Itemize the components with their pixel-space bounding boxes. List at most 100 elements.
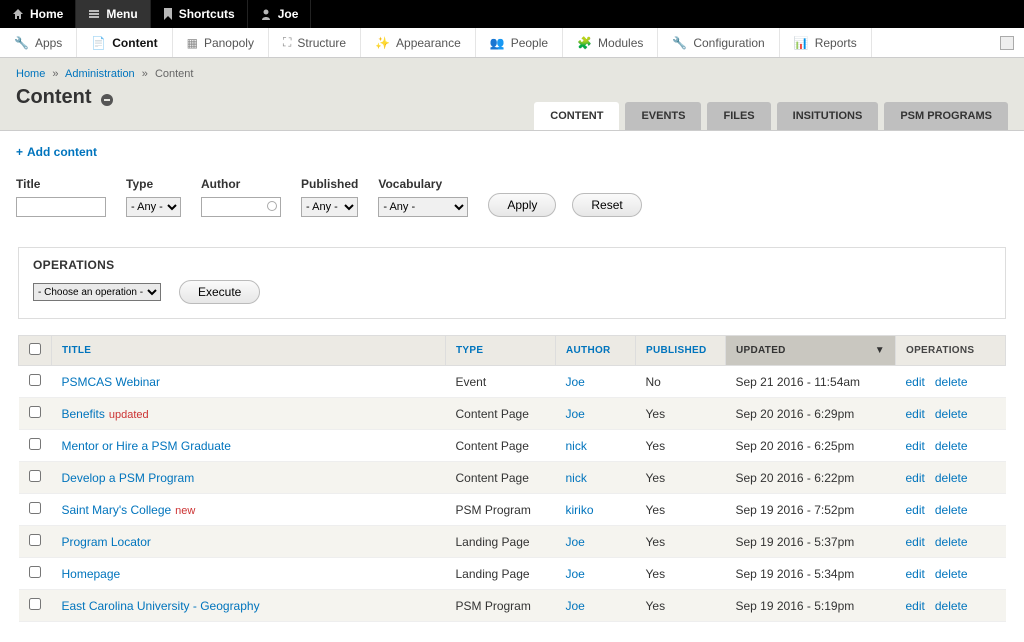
row-delete-link[interactable]: delete — [935, 535, 968, 549]
col-type[interactable]: TYPE — [446, 336, 556, 366]
row-delete-link[interactable]: delete — [935, 503, 968, 517]
breadcrumb-home[interactable]: Home — [16, 68, 45, 80]
row-type: Content Page — [446, 398, 556, 430]
admin-people-label: People — [511, 36, 548, 50]
operations-select[interactable]: - Choose an operation - — [33, 283, 161, 301]
people-icon: 👥 — [490, 36, 505, 50]
col-updated[interactable]: UPDATED▼ — [726, 336, 896, 366]
user-icon — [260, 8, 272, 20]
row-checkbox[interactable] — [29, 406, 41, 418]
operations-heading: OPERATIONS — [33, 258, 991, 272]
row-edit-link[interactable]: edit — [906, 599, 925, 613]
admin-reports[interactable]: 📊Reports — [780, 28, 872, 57]
row-title-link[interactable]: East Carolina University - Geography — [62, 599, 260, 613]
row-updated: Sep 20 2016 - 6:29pm — [726, 398, 896, 430]
reset-button[interactable]: Reset — [572, 193, 641, 217]
row-edit-link[interactable]: edit — [906, 503, 925, 517]
tab-institutions[interactable]: INSITUTIONS — [777, 102, 879, 130]
row-title-link[interactable]: Benefits — [62, 407, 105, 421]
row-published: Yes — [636, 462, 726, 494]
table-row: BenefitsupdatedContent PageJoeYesSep 20 … — [19, 398, 1006, 430]
collapse-toggle-icon[interactable] — [101, 94, 113, 106]
tab-files[interactable]: FILES — [707, 102, 770, 130]
row-checkbox[interactable] — [29, 470, 41, 482]
admin-apps[interactable]: 🔧 Apps — [0, 28, 77, 57]
row-author-link[interactable]: nick — [566, 471, 587, 485]
row-author-link[interactable]: Joe — [566, 599, 585, 613]
home-icon — [12, 8, 24, 20]
row-checkbox[interactable] — [29, 374, 41, 386]
table-row: East Carolina University - Geography PSM … — [19, 590, 1006, 622]
col-title[interactable]: TITLE — [52, 336, 446, 366]
row-delete-link[interactable]: delete — [935, 471, 968, 485]
row-edit-link[interactable]: edit — [906, 407, 925, 421]
wrench-icon: 🔧 — [14, 36, 29, 50]
breadcrumb-current: Content — [155, 68, 194, 80]
filter-vocabulary-select[interactable]: - Any - — [378, 197, 468, 217]
breadcrumb-administration[interactable]: Administration — [65, 68, 135, 80]
row-checkbox[interactable] — [29, 598, 41, 610]
add-content-label: Add content — [27, 145, 97, 159]
row-delete-link[interactable]: delete — [935, 599, 968, 613]
row-title-link[interactable]: Homepage — [62, 567, 121, 581]
admin-appearance[interactable]: ✨Appearance — [361, 28, 476, 57]
admin-content[interactable]: 📄Content — [77, 28, 172, 57]
row-published: Yes — [636, 590, 726, 622]
table-row: Program LocatorLanding PageJoeYesSep 19 … — [19, 526, 1006, 558]
tab-content[interactable]: CONTENT — [534, 102, 619, 130]
row-author-link[interactable]: Joe — [566, 567, 585, 581]
row-delete-link[interactable]: delete — [935, 439, 968, 453]
row-checkbox[interactable] — [29, 534, 41, 546]
row-delete-link[interactable]: delete — [935, 407, 968, 421]
admin-configuration[interactable]: 🔧Configuration — [658, 28, 779, 57]
col-published[interactable]: PUBLISHED — [636, 336, 726, 366]
row-title-link[interactable]: Mentor or Hire a PSM Graduate — [62, 439, 231, 453]
tab-psm-programs[interactable]: PSM PROGRAMS — [884, 102, 1008, 130]
apply-button[interactable]: Apply — [488, 193, 556, 217]
row-title-link[interactable]: Program Locator — [62, 535, 151, 549]
row-delete-link[interactable]: delete — [935, 375, 968, 389]
filter-published-select[interactable]: - Any - — [301, 197, 358, 217]
admin-panopoly[interactable]: ▦Panopoly — [173, 28, 269, 57]
row-mark: new — [175, 505, 195, 517]
filter-type-select[interactable]: - Any - — [126, 197, 181, 217]
row-type: Landing Page — [446, 526, 556, 558]
select-all-checkbox[interactable] — [29, 343, 41, 355]
reports-icon: 📊 — [794, 36, 809, 50]
row-author-link[interactable]: Joe — [566, 375, 585, 389]
row-edit-link[interactable]: edit — [906, 535, 925, 549]
topbar-user[interactable]: Joe — [248, 0, 312, 28]
row-author-link[interactable]: kiriko — [566, 503, 594, 517]
row-title-link[interactable]: PSMCAS Webinar — [62, 375, 160, 389]
row-edit-link[interactable]: edit — [906, 375, 925, 389]
row-checkbox[interactable] — [29, 566, 41, 578]
breadcrumb: Home » Administration » Content — [16, 68, 1008, 80]
row-title-link[interactable]: Develop a PSM Program — [62, 471, 195, 485]
row-author-link[interactable]: Joe — [566, 407, 585, 421]
topbar-menu-label: Menu — [106, 7, 137, 21]
topbar-shortcuts[interactable]: Shortcuts — [151, 0, 248, 28]
topbar-home[interactable]: Home — [0, 0, 76, 28]
admin-structure[interactable]: ⛶Structure — [269, 28, 361, 57]
tab-events[interactable]: EVENTS — [625, 102, 701, 130]
filter-title-input[interactable] — [16, 197, 106, 217]
add-content-link[interactable]: +Add content — [16, 145, 97, 159]
admin-modules[interactable]: 🧩Modules — [563, 28, 658, 57]
row-edit-link[interactable]: edit — [906, 471, 925, 485]
row-author-link[interactable]: Joe — [566, 535, 585, 549]
col-author[interactable]: AUTHOR — [556, 336, 636, 366]
row-checkbox[interactable] — [29, 502, 41, 514]
row-author-link[interactable]: nick — [566, 439, 587, 453]
execute-button[interactable]: Execute — [179, 280, 260, 304]
admin-people[interactable]: 👥 People — [476, 28, 563, 57]
row-title-link[interactable]: Saint Mary's College — [62, 503, 172, 517]
admin-apps-label: Apps — [35, 36, 62, 50]
row-delete-link[interactable]: delete — [935, 567, 968, 581]
row-edit-link[interactable]: edit — [906, 567, 925, 581]
row-type: PSM Program — [446, 590, 556, 622]
topbar-user-label: Joe — [278, 7, 299, 21]
admin-collapse[interactable] — [990, 28, 1024, 57]
topbar-menu[interactable]: Menu — [76, 0, 150, 28]
row-edit-link[interactable]: edit — [906, 439, 925, 453]
row-checkbox[interactable] — [29, 438, 41, 450]
